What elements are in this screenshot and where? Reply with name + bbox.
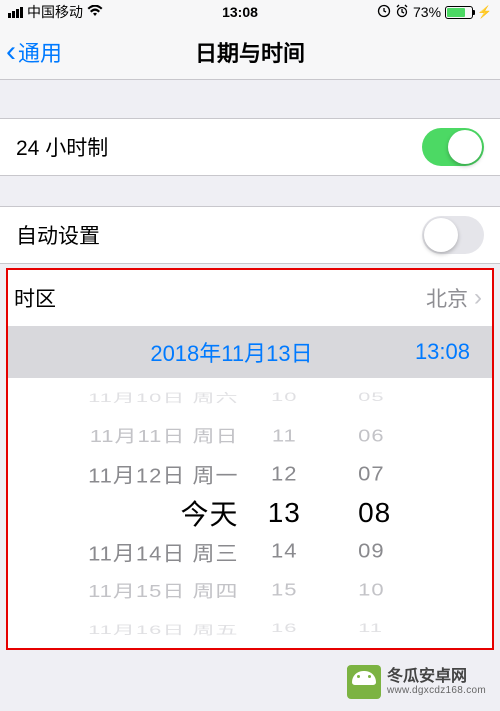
picker-min-item[interactable]: 07: [358, 457, 384, 492]
picker-min-item[interactable]: 10: [358, 575, 384, 605]
status-right: 73% ⚡: [377, 4, 492, 21]
picker-min-item[interactable]: 08: [358, 494, 391, 533]
carrier-label: 中国移动: [27, 2, 83, 22]
picker-col-minute[interactable]: 05 06 07 08 09 10 11: [318, 378, 474, 648]
charging-icon: ⚡: [477, 5, 492, 19]
datetime-picker[interactable]: 11月10日 周六 11月11日 周日 11月12日 周一 今天 11月14日 …: [8, 378, 492, 648]
back-label: 通用: [18, 36, 62, 68]
picker-min-item[interactable]: 06: [358, 421, 384, 451]
selected-date: 2018年11月13日: [8, 336, 415, 368]
picker-date-item[interactable]: 11月16日 周五: [88, 618, 238, 639]
wifi-icon: [87, 4, 103, 20]
toggle-autoset[interactable]: [422, 216, 484, 254]
selected-time: 13:08: [415, 339, 470, 365]
picker-hour-item[interactable]: 11: [272, 421, 297, 451]
timezone-value: 北京: [426, 283, 468, 313]
row-24hour-label: 24 小时制: [16, 132, 108, 162]
picker-date-item[interactable]: 11月14日 周三: [88, 535, 238, 570]
chevron-left-icon: ‹: [6, 37, 16, 67]
picker-min-item[interactable]: 09: [358, 534, 384, 569]
watermark-url: www.dgxcdz168.com: [387, 685, 486, 696]
picker-date-item[interactable]: 11月11日 周日: [90, 421, 239, 451]
picker-hour-item[interactable]: 14: [271, 534, 297, 569]
watermark-name: 冬瓜安卓网: [387, 668, 486, 686]
picker-hour-item[interactable]: 16: [271, 618, 297, 639]
picker-hour-item[interactable]: 12: [271, 457, 297, 492]
watermark: 冬瓜安卓网 www.dgxcdz168.com: [343, 663, 490, 701]
battery-pct: 73%: [413, 4, 441, 20]
rotation-lock-icon: [377, 4, 391, 21]
toggle-24hour[interactable]: [422, 128, 484, 166]
row-timezone[interactable]: 时区 北京 ›: [8, 270, 492, 326]
picker-date-item[interactable]: 11月15日 周四: [88, 576, 238, 606]
row-datetime[interactable]: 2018年11月13日 13:08: [8, 326, 492, 378]
picker-hour-item[interactable]: 10: [271, 387, 297, 408]
picker-hour-item[interactable]: 15: [271, 575, 297, 605]
picker-min-item[interactable]: 11: [358, 618, 383, 639]
nav-bar: ‹ 通用 日期与时间: [0, 24, 500, 80]
status-left: 中国移动: [8, 2, 103, 22]
row-autoset[interactable]: 自动设置: [0, 206, 500, 264]
alarm-icon: [395, 4, 409, 21]
timezone-label: 时区: [14, 283, 56, 313]
picker-hour-item[interactable]: 13: [268, 494, 301, 533]
picker-date-item[interactable]: 11月10日 周六: [88, 387, 238, 408]
picker-col-date[interactable]: 11月10日 周六 11月11日 周日 11月12日 周一 今天 11月14日 …: [26, 378, 250, 648]
android-icon: [347, 665, 381, 699]
chevron-right-icon: ›: [474, 284, 482, 312]
battery-icon: [445, 6, 473, 19]
picker-col-hour[interactable]: 10 11 12 13 14 15 16: [250, 378, 318, 648]
back-button[interactable]: ‹ 通用: [0, 36, 62, 68]
row-autoset-label: 自动设置: [16, 220, 100, 250]
picker-min-item[interactable]: 05: [358, 387, 384, 408]
page-title: 日期与时间: [195, 36, 305, 68]
status-time: 13:08: [222, 4, 258, 20]
signal-icon: [8, 7, 23, 18]
status-bar: 中国移动 13:08 73% ⚡: [0, 0, 500, 24]
highlight-box: 时区 北京 › 2018年11月13日 13:08 11月10日 周六 11月1…: [6, 268, 494, 650]
picker-date-item[interactable]: 今天: [180, 493, 238, 533]
picker-date-item[interactable]: 11月12日 周一: [88, 456, 238, 491]
row-24hour[interactable]: 24 小时制: [0, 118, 500, 176]
